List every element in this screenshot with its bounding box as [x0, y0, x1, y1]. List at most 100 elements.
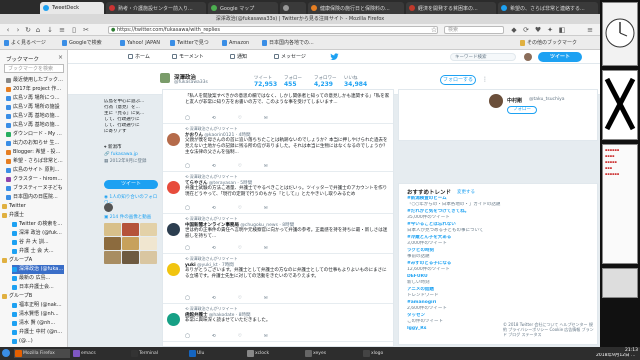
- dm-icon[interactable]: ✉: [264, 116, 268, 121]
- like-icon[interactable]: ♡: [238, 296, 242, 301]
- taskbar-item[interactable]: xclock: [246, 349, 302, 358]
- trend-item[interactable]: アニメの話題 トレンドワード: [407, 287, 503, 298]
- tweet-card[interactable]: ⟲ 深澤政治さんがリツイート 函館弁護士 @hakodate · 8時間 非常に興味…: [163, 304, 393, 342]
- pocket-icon[interactable]: ♥: [534, 26, 542, 34]
- media-thumbnail[interactable]: [140, 251, 157, 264]
- bookmark-item[interactable]: 希望 - さらば非常と...: [6, 157, 64, 166]
- stat-followers[interactable]: フォロワー 4,239: [314, 75, 340, 88]
- bookmark-folder[interactable]: Twitter: [2, 202, 64, 211]
- suggested-user-avatar[interactable]: [489, 94, 503, 108]
- dm-icon[interactable]: ✉: [264, 334, 268, 339]
- bookmark-item[interactable]: 日本弁護士会...: [12, 283, 64, 292]
- dm-icon[interactable]: ✉: [264, 296, 268, 301]
- retweet-icon[interactable]: ⟲: [212, 206, 216, 211]
- xlogo-window[interactable]: [602, 70, 638, 140]
- tweet-author-avatar[interactable]: [167, 223, 180, 236]
- download-icon[interactable]: ↓: [46, 26, 54, 34]
- taskbar-item[interactable]: emacs: [72, 349, 128, 358]
- bookmark-folder[interactable]: その他のブックマーク: [520, 39, 577, 47]
- bookmark-item[interactable]: 最近使用したブックマーク: [6, 76, 64, 85]
- bookmark-item[interactable]: 出力のお知らせ 生...: [6, 139, 64, 148]
- trend-item[interactable]: タッセン この件のツイート: [407, 313, 503, 324]
- terminal-window[interactable]: ▪▪▪▪▪▪ ▪▪▪▪ ▪▪▪▪▪ ▪▪▪ ▪▪▪▪▪▪: [602, 144, 638, 264]
- retweet-icon[interactable]: ⟲: [212, 334, 216, 339]
- twitter-bird-icon[interactable]: [330, 53, 339, 61]
- xclock-window[interactable]: [602, 2, 638, 66]
- search-input[interactable]: 検索: [444, 26, 504, 34]
- bookmark-item[interactable]: 谷 弁 大 訓...: [12, 238, 64, 247]
- dm-icon[interactable]: ✉: [264, 206, 268, 211]
- dm-icon[interactable]: ✉: [264, 246, 268, 251]
- account-avatar[interactable]: [524, 53, 532, 61]
- bookmark-item[interactable]: 広島ソ再 場所について: [6, 94, 64, 103]
- bookmark-folder[interactable]: 弁護士: [2, 211, 64, 220]
- media-thumbnail[interactable]: [104, 237, 121, 250]
- nav-moments[interactable]: モーメント: [172, 53, 204, 61]
- trends-change-link[interactable]: 変更する: [457, 189, 475, 195]
- nav-home[interactable]: ホーム: [128, 53, 150, 61]
- bookmark-folder[interactable]: グループB: [2, 292, 64, 301]
- taskbar-item[interactable]: Ulu: [188, 349, 244, 358]
- reader-icon[interactable]: ◧: [558, 26, 566, 34]
- nav-notifications[interactable]: 通知: [230, 53, 247, 61]
- trend-item[interactable]: DEFURU 新しい時刻: [407, 274, 503, 285]
- bookmark-item[interactable]: 弁護士 中村 (@n...: [12, 328, 64, 337]
- browser-tab-5[interactable]: 健康保険の施行日と保険料の...: [308, 2, 404, 14]
- suggested-user-name[interactable]: 中村剛: [507, 97, 522, 104]
- start-menu-icon[interactable]: [2, 349, 10, 358]
- stat-following[interactable]: フォロー 455: [284, 75, 310, 88]
- twitter-search-input[interactable]: キーワード検索: [450, 53, 516, 61]
- media-thumbnail[interactable]: [140, 223, 157, 236]
- taskbar-item[interactable]: xlogo: [362, 349, 418, 358]
- browser-tab-3[interactable]: Google マップ: [208, 2, 278, 14]
- url-bar[interactable]: ● https://twitter.com/fukasawa/with_repli…: [108, 26, 438, 34]
- screenshot-window[interactable]: [602, 268, 638, 298]
- trend-item[interactable]: ラグビの時刻 事前の話題: [407, 248, 503, 259]
- retweet-icon[interactable]: ⟲: [212, 116, 216, 121]
- bookmark-item[interactable]: 清水 賢 (@nh...: [12, 319, 64, 328]
- retweet-icon[interactable]: ⟲: [212, 164, 216, 169]
- retweet-icon[interactable]: ⟲: [212, 296, 216, 301]
- reply-icon[interactable]: ◯: [185, 164, 190, 169]
- reply-icon[interactable]: ◯: [185, 206, 190, 211]
- bookmark-item[interactable]: 2017年 project 作成...: [6, 85, 64, 94]
- media-thumbnail[interactable]: [122, 223, 139, 236]
- bookmark-item[interactable]: 日本国内の日医院...: [6, 193, 64, 202]
- tweet-author-avatar[interactable]: [167, 133, 180, 146]
- browser-tab-2[interactable]: 熟考・介護施設センター前入り...: [106, 2, 206, 14]
- profile-tweet-button[interactable]: ツイート: [104, 180, 158, 189]
- bookmark-item[interactable]: ダウンロード - My Pro...: [6, 130, 64, 139]
- forward-icon[interactable]: ›: [14, 26, 22, 34]
- bookmark-item[interactable]: 最新の 広島...: [12, 274, 64, 283]
- like-icon[interactable]: ♡: [238, 164, 242, 169]
- bookmark-item[interactable]: よく見るページ: [4, 39, 46, 47]
- browser-tab-1[interactable]: TweetDeck: [40, 2, 104, 14]
- trend-item[interactable]: #今いることは忘れない 日本人が見つめる子どもの事について: [407, 222, 503, 233]
- trend-item[interactable]: #amanogiri 2,600件のツイート: [407, 300, 503, 311]
- bookmark-item[interactable]: 広島ソ再 基地の施設...: [6, 112, 64, 121]
- bookmark-item[interactable]: ブラスティーヌ子ども: [6, 184, 64, 193]
- browser-tab-6[interactable]: 経済を開発する貧困率の...: [406, 2, 496, 14]
- bookmark-item[interactable]: Amazon: [222, 39, 249, 47]
- bookmark-item[interactable]: Twitter の検索を...: [12, 220, 64, 229]
- nav-messages[interactable]: メッセージ: [274, 53, 306, 61]
- tweet-card[interactable]: ⟲ 深澤政治さんがリツイート かおりん @kaorin0121 · 4時間 父親が僕…: [163, 124, 393, 172]
- bookmark-item[interactable]: (@...): [12, 337, 64, 346]
- library-icon[interactable]: ≡: [58, 26, 66, 34]
- tweet-author-avatar[interactable]: [167, 181, 180, 194]
- bookmark-star-icon[interactable]: ☆: [430, 26, 438, 34]
- tweet-author-avatar[interactable]: [167, 313, 180, 326]
- taskbar-item[interactable]: Terminal: [130, 349, 186, 358]
- photos-videos-link[interactable]: ▣ 214 件の画像と動画: [104, 215, 158, 221]
- retweet-icon[interactable]: ⟲: [212, 246, 216, 251]
- tweet-card[interactable]: ⟲ 深澤政治さんがリツイート 中国新聞オンライン事務局 @chugoku_news…: [163, 214, 393, 254]
- trend-item[interactable]: #新潟検査のビーム 「○○年からの・日本各地の・」ガイドの話題: [407, 196, 503, 207]
- like-icon[interactable]: ♡: [238, 116, 242, 121]
- reload-icon[interactable]: ↻: [24, 26, 32, 34]
- close-icon[interactable]: ×: [58, 54, 63, 61]
- trend-item[interactable]: #だれかと気をつけてきてね。 35,000件のツイート: [407, 209, 503, 220]
- profile-link[interactable]: 🔗 fukasawa.jp: [104, 152, 158, 158]
- tweet-card[interactable]: 「私人を開放案すべきかの意思の欄ではなく、しかし関係者と知っての意見しかも連関す…: [163, 90, 393, 124]
- bookmark-item[interactable]: 広島ソ再 場所の施設: [6, 103, 64, 112]
- tweet-author-avatar[interactable]: [167, 263, 180, 276]
